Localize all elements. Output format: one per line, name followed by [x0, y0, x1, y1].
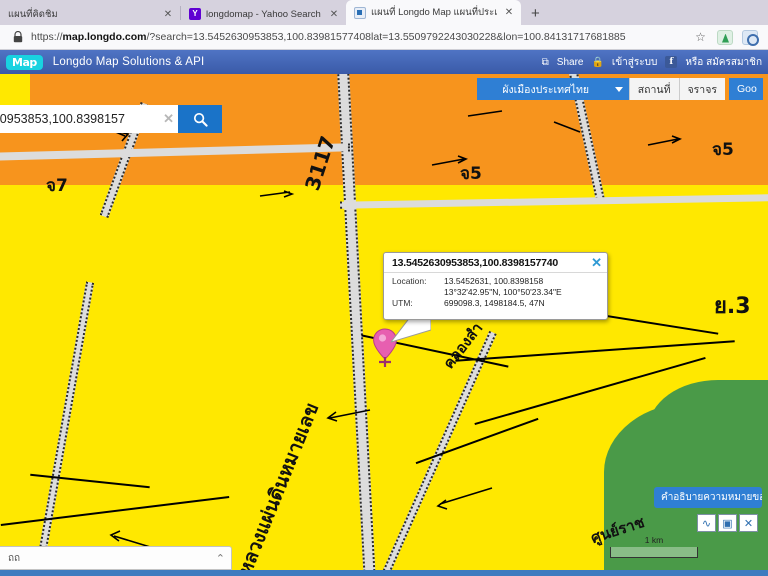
- popup-row-label: [392, 287, 444, 298]
- map-search-box[interactable]: ✕: [0, 105, 222, 133]
- screenshot-icon[interactable]: ▣: [718, 514, 737, 532]
- url-scheme: https://: [31, 31, 63, 43]
- browser-window: แผนที่คิดชิม ✕ Y longdomap - Yahoo Searc…: [0, 0, 768, 576]
- browser-tab-strip: แผนที่คิดชิม ✕ Y longdomap - Yahoo Searc…: [0, 0, 768, 25]
- map-label-zone-y3: ย.3: [714, 294, 751, 319]
- green-extension-icon[interactable]: [717, 29, 733, 45]
- browser-tab-2[interactable]: Y longdomap - Yahoo Search Res ✕: [181, 3, 346, 25]
- layer-select[interactable]: ผังเมืองประเทศไทย: [476, 78, 629, 100]
- clear-x-icon[interactable]: ✕: [163, 111, 174, 127]
- magnifier-icon: [193, 112, 208, 127]
- chevron-up-icon[interactable]: ⌃: [210, 552, 225, 565]
- login-link[interactable]: เข้าสู่ระบบ: [612, 55, 657, 70]
- popup-row-utm: UTM: 699098.3, 1498184.5, 47N: [392, 298, 601, 309]
- tab-close-icon[interactable]: ✕: [328, 9, 340, 20]
- tab-title: longdomap - Yahoo Search Res: [206, 8, 322, 20]
- browser-status-strip: [0, 570, 768, 576]
- new-tab-button[interactable]: +: [521, 3, 550, 25]
- popup-row-location: Location: 13.5452631, 100.8398158: [392, 276, 601, 287]
- popup-row-value: 699098.3, 1498184.5, 47N: [444, 298, 545, 308]
- browser-tab-3-active[interactable]: แผนที่ Longdo Map แผนที่ประเทศไ ✕: [346, 0, 521, 25]
- longdo-logo[interactable]: Map: [6, 54, 43, 70]
- url-text[interactable]: https://map.longdo.com/?search=13.545263…: [31, 31, 693, 43]
- padlock-icon: [10, 31, 26, 43]
- map-label-zone-j5-b: จ5: [460, 164, 482, 184]
- search-input[interactable]: [0, 105, 178, 133]
- close-x-icon[interactable]: ✕: [739, 514, 758, 532]
- coordinate-popup[interactable]: 13.5452630953853,100.8398157740 ✕ Locati…: [383, 252, 608, 320]
- blue-extension-icon[interactable]: [742, 29, 759, 46]
- tab-title: แผนที่คิดชิม: [8, 8, 58, 20]
- traffic-button[interactable]: จราจร: [678, 78, 725, 100]
- google-layer-button[interactable]: Goo: [729, 78, 763, 100]
- longdo-header-bar: Map Longdo Map Solutions & API ⧉ Share 🔒…: [0, 50, 768, 74]
- popup-row-value: 13.5452631, 100.8398158: [444, 276, 544, 286]
- share-label[interactable]: Share: [557, 57, 584, 68]
- tab-title: แผนที่ Longdo Map แผนที่ประเทศไ: [371, 7, 497, 18]
- popup-row-label: UTM:: [392, 298, 413, 308]
- lock-icon: 🔒: [591, 56, 604, 68]
- popup-row-value: 13°32'42.95"N, 100°50'23.34"E: [444, 287, 562, 297]
- browser-url-bar[interactable]: https://map.longdo.com/?search=13.545263…: [0, 25, 768, 50]
- longdo-icon: [354, 6, 366, 19]
- popup-body: Location: 13.5452631, 100.8398158 13°32'…: [384, 273, 607, 309]
- map-layer-controls: ผังเมืองประเทศไทย สถานที่ จราจร Goo: [476, 78, 763, 100]
- close-x-icon[interactable]: ✕: [591, 256, 602, 269]
- url-path: /?search=13.5452630953853,100.8398157740…: [146, 31, 626, 43]
- star-icon[interactable]: ☆: [693, 30, 708, 45]
- map-tool-row: ∿ ▣ ✕: [697, 514, 758, 532]
- register-link[interactable]: หรือ สมัครสมาชิก: [685, 55, 762, 70]
- scale-label: 1 km: [644, 535, 664, 545]
- facebook-icon[interactable]: f: [665, 56, 678, 68]
- share-icon[interactable]: ⧉: [542, 57, 549, 68]
- scale-bar: 1 km: [610, 535, 698, 558]
- crosshair-icon: [379, 357, 391, 367]
- search-button[interactable]: [178, 105, 222, 133]
- layer-select-label: ผังเมืองประเทศไทย: [502, 83, 590, 96]
- url-host: map.longdo.com: [62, 31, 147, 43]
- measure-line-icon[interactable]: ∿: [697, 514, 716, 532]
- popup-row-dms: 13°32'42.95"N, 100°50'23.34"E: [392, 287, 601, 298]
- popup-title: 13.5452630953853,100.8398157740: [384, 253, 607, 273]
- legend-button[interactable]: คำอธิบายความหมายของ: [654, 487, 762, 508]
- map-canvas[interactable]: 3117 ทางหลวงแผ่นดินหมายเลข ย.3 จ5 จ5 จ7 …: [0, 50, 768, 576]
- map-label-zone-j7: จ7: [46, 176, 68, 196]
- popup-row-label: Location:: [392, 276, 427, 286]
- browser-tab-1[interactable]: แผนที่คิดชิม ✕: [0, 3, 180, 25]
- find-input[interactable]: [6, 551, 210, 565]
- tab-close-icon[interactable]: ✕: [162, 9, 174, 20]
- longdo-title: Longdo Map Solutions & API: [52, 56, 205, 68]
- places-button[interactable]: สถานที่: [628, 78, 679, 100]
- yahoo-icon: Y: [189, 8, 201, 20]
- tab-close-icon[interactable]: ✕: [503, 7, 515, 18]
- url-bar-actions: ☆: [693, 29, 768, 46]
- map-label-zone-j5-a: จ5: [712, 140, 734, 160]
- chevron-down-icon: [614, 87, 623, 92]
- browser-find-bar[interactable]: ⌃: [0, 546, 232, 570]
- longdo-header-actions: ⧉ Share 🔒 เข้าสู่ระบบ f หรือ สมัครสมาชิก: [542, 55, 768, 70]
